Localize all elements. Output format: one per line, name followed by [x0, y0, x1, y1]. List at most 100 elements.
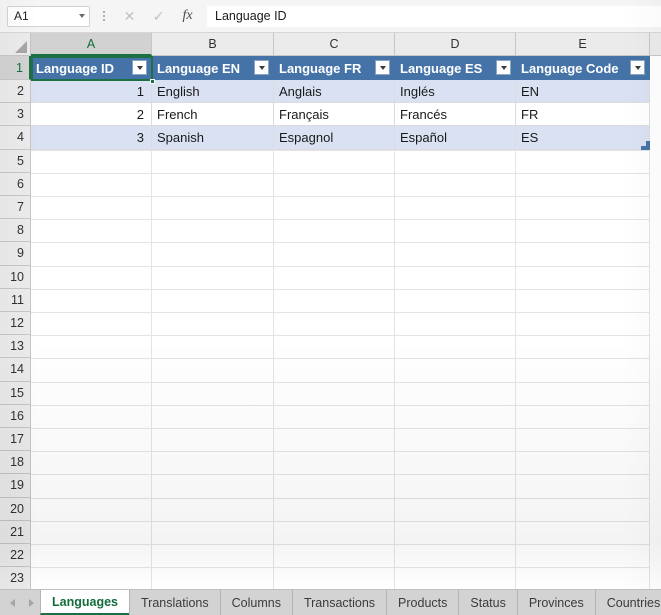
gridline-horizontal	[31, 312, 650, 313]
row-header-8[interactable]: 8	[0, 219, 30, 243]
gridline-horizontal	[31, 428, 650, 429]
table-row: 2 French Français Francés FR	[31, 103, 650, 127]
filter-dropdown-icon[interactable]	[496, 60, 511, 75]
formula-input[interactable]: Language ID	[207, 5, 661, 27]
gridline-horizontal	[31, 219, 650, 221]
row-header-5[interactable]: 5	[0, 149, 30, 173]
table-cell-fr[interactable]: Espagnol	[274, 126, 395, 150]
table-cell-fr[interactable]: Français	[274, 103, 395, 127]
insert-function-icon[interactable]: fx	[173, 6, 202, 27]
row-header-12[interactable]: 12	[0, 312, 30, 336]
row-header-label: 13	[10, 339, 24, 354]
row-header-label: 20	[10, 501, 24, 516]
column-header-d[interactable]: D	[395, 33, 516, 55]
formula-bar: A1 ✕ ✓ fx Language ID	[0, 0, 661, 33]
filter-dropdown-icon[interactable]	[630, 60, 645, 75]
column-header-e[interactable]: E	[516, 33, 650, 55]
sheet-tab-columns[interactable]: Columns	[219, 590, 292, 615]
sheet-tab-status[interactable]: Status	[458, 590, 516, 615]
gridline-horizontal	[31, 520, 650, 522]
filter-dropdown-icon[interactable]	[375, 60, 390, 75]
fill-handle[interactable]	[150, 79, 155, 84]
row-header-label: 19	[10, 478, 24, 493]
column-header-label: E	[578, 37, 587, 51]
row-header-1[interactable]: 1	[0, 56, 31, 80]
table-cell-code[interactable]: FR	[516, 103, 650, 127]
chevron-right-icon[interactable]	[29, 598, 34, 607]
table-cell-es[interactable]: Español	[395, 126, 516, 150]
sheet-tab-languages[interactable]: Languages	[40, 590, 129, 615]
table-cell-en[interactable]: English	[152, 80, 274, 104]
gridline-horizontal	[31, 358, 650, 360]
row-header-14[interactable]: 14	[0, 358, 30, 382]
column-header-bar: A B C D E	[31, 33, 661, 56]
table-cell-fr[interactable]: Anglais	[274, 80, 395, 104]
row-header-label: 7	[17, 200, 24, 215]
gridline-horizontal	[31, 474, 650, 476]
formula-action-buttons: ✕ ✓ fx	[115, 6, 202, 27]
row-header-10[interactable]: 10	[0, 265, 30, 289]
gridline-horizontal	[31, 265, 650, 267]
table-cell-es[interactable]: Inglés	[395, 80, 516, 104]
confirm-formula-icon[interactable]: ✓	[144, 6, 173, 27]
sheet-tab-provinces[interactable]: Provinces	[516, 590, 595, 615]
cancel-formula-icon[interactable]: ✕	[115, 6, 144, 27]
table-cell-code[interactable]: EN	[516, 80, 650, 104]
column-header-label: C	[329, 37, 339, 51]
column-header-label: B	[208, 37, 217, 51]
select-all-button[interactable]	[0, 33, 31, 56]
table-cell-id[interactable]: 3	[31, 126, 152, 150]
table-cell-id[interactable]: 2	[31, 103, 152, 127]
row-header-label: 14	[10, 362, 24, 377]
row-header-label: 12	[10, 316, 24, 331]
column-header-c[interactable]: C	[274, 33, 395, 55]
table-cell-code[interactable]: ES	[516, 126, 650, 150]
table-row: 1 English Anglais Inglés EN	[31, 80, 650, 104]
row-header-2[interactable]: 2	[0, 80, 30, 104]
row-header-20[interactable]: 20	[0, 497, 30, 521]
row-header-3[interactable]: 3	[0, 103, 30, 127]
sheet-tab-label: Countries	[606, 595, 661, 610]
sheet-tab-label: Status	[470, 595, 506, 610]
row-header-label: 18	[10, 455, 24, 470]
row-header-19[interactable]: 19	[0, 474, 30, 498]
table-cell-en[interactable]: Spanish	[152, 126, 274, 150]
filter-dropdown-icon[interactable]	[132, 60, 147, 75]
row-header-label: 22	[10, 548, 24, 563]
cell-canvas[interactable]: Language ID Language EN Language FR Languag…	[31, 56, 661, 589]
table-cell-es[interactable]: Francés	[395, 103, 516, 127]
chevron-down-icon[interactable]	[79, 14, 85, 18]
row-header-7[interactable]: 7	[0, 196, 30, 220]
row-header-4[interactable]: 4	[0, 126, 30, 150]
chevron-left-icon[interactable]	[10, 598, 15, 607]
sheet-tab-transactions[interactable]: Transactions	[291, 590, 386, 615]
sheet-tabs: Languages Translations Columns Transactions…	[40, 590, 661, 615]
row-header-6[interactable]: 6	[0, 172, 30, 196]
row-header-13[interactable]: 13	[0, 335, 30, 359]
row-header-21[interactable]: 21	[0, 520, 30, 544]
row-header-23[interactable]: 23	[0, 567, 30, 589]
row-header-label: 21	[10, 524, 24, 539]
gridline-horizontal	[31, 172, 650, 174]
sheet-tab-countries[interactable]: Countries	[594, 590, 661, 615]
row-header-11[interactable]: 11	[0, 288, 30, 312]
row-header-15[interactable]: 15	[0, 381, 30, 405]
row-header-18[interactable]: 18	[0, 451, 30, 475]
sheet-tab-bar: Languages Translations Columns Transactions…	[0, 589, 661, 615]
table-cell-id[interactable]: 1	[31, 80, 152, 104]
column-header-b[interactable]: B	[152, 33, 274, 55]
row-header-17[interactable]: 17	[0, 428, 30, 452]
name-box[interactable]: A1	[7, 5, 90, 27]
table-resize-handle[interactable]	[641, 140, 650, 150]
row-header-9[interactable]: 9	[0, 242, 30, 266]
row-header-22[interactable]: 22	[0, 544, 30, 568]
more-options-icon[interactable]	[99, 9, 109, 23]
filter-dropdown-icon[interactable]	[254, 60, 269, 75]
row-header-16[interactable]: 16	[0, 404, 30, 428]
sheet-tab-products[interactable]: Products	[386, 590, 458, 615]
table-cell-en[interactable]: French	[152, 103, 274, 127]
sheet-tab-translations[interactable]: Translations	[129, 590, 220, 615]
column-header-a[interactable]: A	[31, 33, 152, 56]
row-header-label: 4	[17, 130, 24, 145]
gridline-horizontal	[31, 149, 650, 151]
